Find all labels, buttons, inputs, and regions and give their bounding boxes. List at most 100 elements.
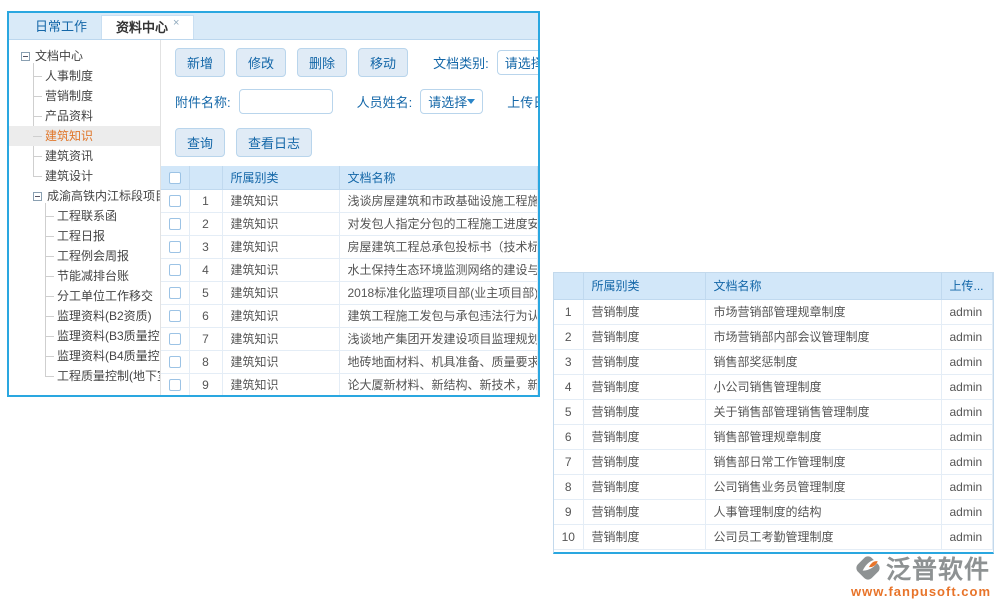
row-index: 8 bbox=[554, 474, 583, 499]
table-row[interactable]: 4 建筑知识 水土保持生态环境监测网络的建设与资... bbox=[161, 258, 538, 281]
row-checkbox-cell bbox=[161, 189, 189, 212]
brand-url[interactable]: www.fanpusoft.com bbox=[846, 584, 996, 599]
row-doc-name: 销售部日常工作管理制度 bbox=[705, 449, 941, 474]
row-index: 6 bbox=[554, 424, 583, 449]
table-row[interactable]: 8 建筑知识 地砖地面材料、机具准备、质量要求及... bbox=[161, 350, 538, 373]
row-checkbox[interactable] bbox=[169, 195, 181, 207]
row-checkbox[interactable] bbox=[169, 241, 181, 253]
row-uploader: admin bbox=[941, 374, 993, 399]
row-checkbox[interactable] bbox=[169, 333, 181, 345]
attachment-input[interactable] bbox=[239, 89, 333, 114]
table-row[interactable]: 6 建筑知识 建筑工程施工发包与承包违法行为认定... bbox=[161, 304, 538, 327]
row-checkbox-cell bbox=[161, 350, 189, 373]
select-all-checkbox[interactable] bbox=[169, 172, 181, 184]
row-checkbox[interactable] bbox=[169, 356, 181, 368]
sidebar-item[interactable]: 工程联系函 bbox=[9, 206, 160, 226]
doc-category-label: 文档类别: bbox=[433, 53, 489, 72]
table-row[interactable]: 1 营销制度 市场营销部管理规章制度 admin bbox=[554, 299, 993, 324]
tab-data-center[interactable]: 资料中心× bbox=[101, 15, 194, 39]
row-doc-name: 房屋建筑工程总承包投标书（技术标）... bbox=[339, 235, 538, 258]
row-checkbox[interactable] bbox=[169, 264, 181, 276]
add-button[interactable]: 新增 bbox=[175, 48, 225, 77]
header-doc-name: 文档名称 bbox=[339, 166, 538, 189]
row-category: 营销制度 bbox=[583, 349, 705, 374]
row-doc-name: 销售部奖惩制度 bbox=[705, 349, 941, 374]
row-checkbox[interactable] bbox=[169, 287, 181, 299]
table-row[interactable]: 4 营销制度 小公司销售管理制度 admin bbox=[554, 374, 993, 399]
delete-button[interactable]: 删除 bbox=[297, 48, 347, 77]
sidebar-item[interactable]: 工程例会周报 bbox=[9, 246, 160, 266]
sidebar-item[interactable]: 产品资料 bbox=[9, 106, 160, 126]
person-select[interactable]: 请选择 bbox=[420, 89, 483, 114]
table-row[interactable]: 7 营销制度 销售部日常工作管理制度 admin bbox=[554, 449, 993, 474]
header-doc-name: 文档名称 bbox=[705, 273, 941, 299]
table-row[interactable]: 10 营销制度 公司员工考勤管理制度 admin bbox=[554, 524, 993, 549]
doc-category-value: 请选择 bbox=[505, 53, 538, 72]
sidebar-item[interactable]: 分工单位工作移交 bbox=[9, 286, 160, 306]
table-row[interactable]: 10 建筑知识 大厦地下室加气砼墙砌筑工程的施工方... bbox=[161, 396, 538, 397]
close-icon[interactable]: × bbox=[173, 17, 179, 29]
sidebar-item-label: 节能减排台账 bbox=[57, 269, 129, 283]
row-checkbox-cell bbox=[161, 373, 189, 396]
sidebar-item[interactable]: 建筑知识 bbox=[9, 126, 160, 146]
sidebar-item-project[interactable]: 成渝高铁内江标段项目 bbox=[9, 186, 160, 206]
sidebar-item[interactable]: 监理资料(B4质量控制) bbox=[9, 346, 160, 366]
sidebar-item-label: 产品资料 bbox=[45, 109, 93, 123]
table-row[interactable]: 2 营销制度 市场营销部内部会议管理制度 admin bbox=[554, 324, 993, 349]
table-row[interactable]: 3 建筑知识 房屋建筑工程总承包投标书（技术标）... bbox=[161, 235, 538, 258]
table-row[interactable]: 1 建筑知识 浅谈房屋建筑和市政基础设施工程施工... bbox=[161, 189, 538, 212]
table-row[interactable]: 5 营销制度 关于销售部管理销售管理制度 admin bbox=[554, 399, 993, 424]
table-row[interactable]: 8 营销制度 公司销售业务员管理制度 admin bbox=[554, 474, 993, 499]
sidebar-item[interactable]: 监理资料(B2资质) bbox=[9, 306, 160, 326]
row-checkbox-cell bbox=[161, 212, 189, 235]
sidebar-item[interactable]: 营销制度 bbox=[9, 86, 160, 106]
sidebar-item[interactable]: 工程日报 bbox=[9, 226, 160, 246]
row-checkbox[interactable] bbox=[169, 310, 181, 322]
row-category: 建筑知识 bbox=[222, 281, 339, 304]
sidebar-item[interactable]: 建筑设计 bbox=[9, 166, 160, 186]
collapse-icon[interactable] bbox=[33, 192, 42, 201]
table-row[interactable]: 9 营销制度 人事管理制度的结构 admin bbox=[554, 499, 993, 524]
table-row[interactable]: 5 建筑知识 2018标准化监理项目部(业主项目部)人员... bbox=[161, 281, 538, 304]
fanpu-logo-icon bbox=[852, 552, 884, 584]
row-doc-name: 论大厦新材料、新结构、新技术，新工... bbox=[339, 373, 538, 396]
row-checkbox-cell bbox=[161, 281, 189, 304]
tab-daily-work[interactable]: 日常工作 bbox=[21, 15, 101, 39]
row-checkbox-cell bbox=[161, 258, 189, 281]
row-checkbox[interactable] bbox=[169, 379, 181, 391]
action-toolbar: 新增 修改 删除 移动 文档类别: 请选择 文档名称: bbox=[161, 40, 538, 77]
sidebar-item-label: 建筑知识 bbox=[45, 129, 93, 143]
table-row[interactable]: 7 建筑知识 浅谈地产集团开发建设项目监理规划编... bbox=[161, 327, 538, 350]
collapse-icon[interactable] bbox=[21, 52, 30, 61]
table-row[interactable]: 6 营销制度 销售部管理规章制度 admin bbox=[554, 424, 993, 449]
doc-category-select[interactable]: 请选择 bbox=[497, 50, 538, 75]
sidebar-item[interactable]: 人事制度 bbox=[9, 66, 160, 86]
row-doc-name: 市场营销部内部会议管理制度 bbox=[705, 324, 941, 349]
sidebar-item[interactable]: 监理资料(B3质量控制) bbox=[9, 326, 160, 346]
row-checkbox-cell bbox=[161, 304, 189, 327]
row-index: 5 bbox=[189, 281, 222, 304]
tree-children: 人事制度 营销制度 产品资料 建筑知识 建筑资讯 bbox=[9, 66, 160, 186]
table-row[interactable]: 9 建筑知识 论大厦新材料、新结构、新技术，新工... bbox=[161, 373, 538, 396]
row-category: 营销制度 bbox=[583, 424, 705, 449]
query-button[interactable]: 查询 bbox=[175, 128, 225, 157]
edit-button[interactable]: 修改 bbox=[236, 48, 286, 77]
sidebar-item-doc-center[interactable]: 文档中心 bbox=[9, 46, 160, 66]
row-index: 7 bbox=[189, 327, 222, 350]
row-doc-name: 关于销售部管理销售管理制度 bbox=[705, 399, 941, 424]
sidebar-item[interactable]: 工程质量控制(地下室) bbox=[9, 366, 160, 386]
sidebar-item[interactable]: 建筑资讯 bbox=[9, 146, 160, 166]
row-checkbox[interactable] bbox=[169, 218, 181, 230]
row-index: 4 bbox=[189, 258, 222, 281]
move-button[interactable]: 移动 bbox=[358, 48, 408, 77]
person-label: 人员姓名: bbox=[357, 92, 413, 111]
sidebar-item-label: 人事制度 bbox=[45, 69, 93, 83]
sidebar-item-label: 监理资料(B2资质) bbox=[57, 309, 152, 323]
table-row[interactable]: 3 营销制度 销售部奖惩制度 admin bbox=[554, 349, 993, 374]
row-checkbox-cell bbox=[161, 327, 189, 350]
row-category: 建筑知识 bbox=[222, 396, 339, 397]
row-index: 8 bbox=[189, 350, 222, 373]
view-log-button[interactable]: 查看日志 bbox=[236, 128, 312, 157]
sidebar-item[interactable]: 节能减排台账 bbox=[9, 266, 160, 286]
table-row[interactable]: 2 建筑知识 对发包人指定分包的工程施工进度安排... bbox=[161, 212, 538, 235]
